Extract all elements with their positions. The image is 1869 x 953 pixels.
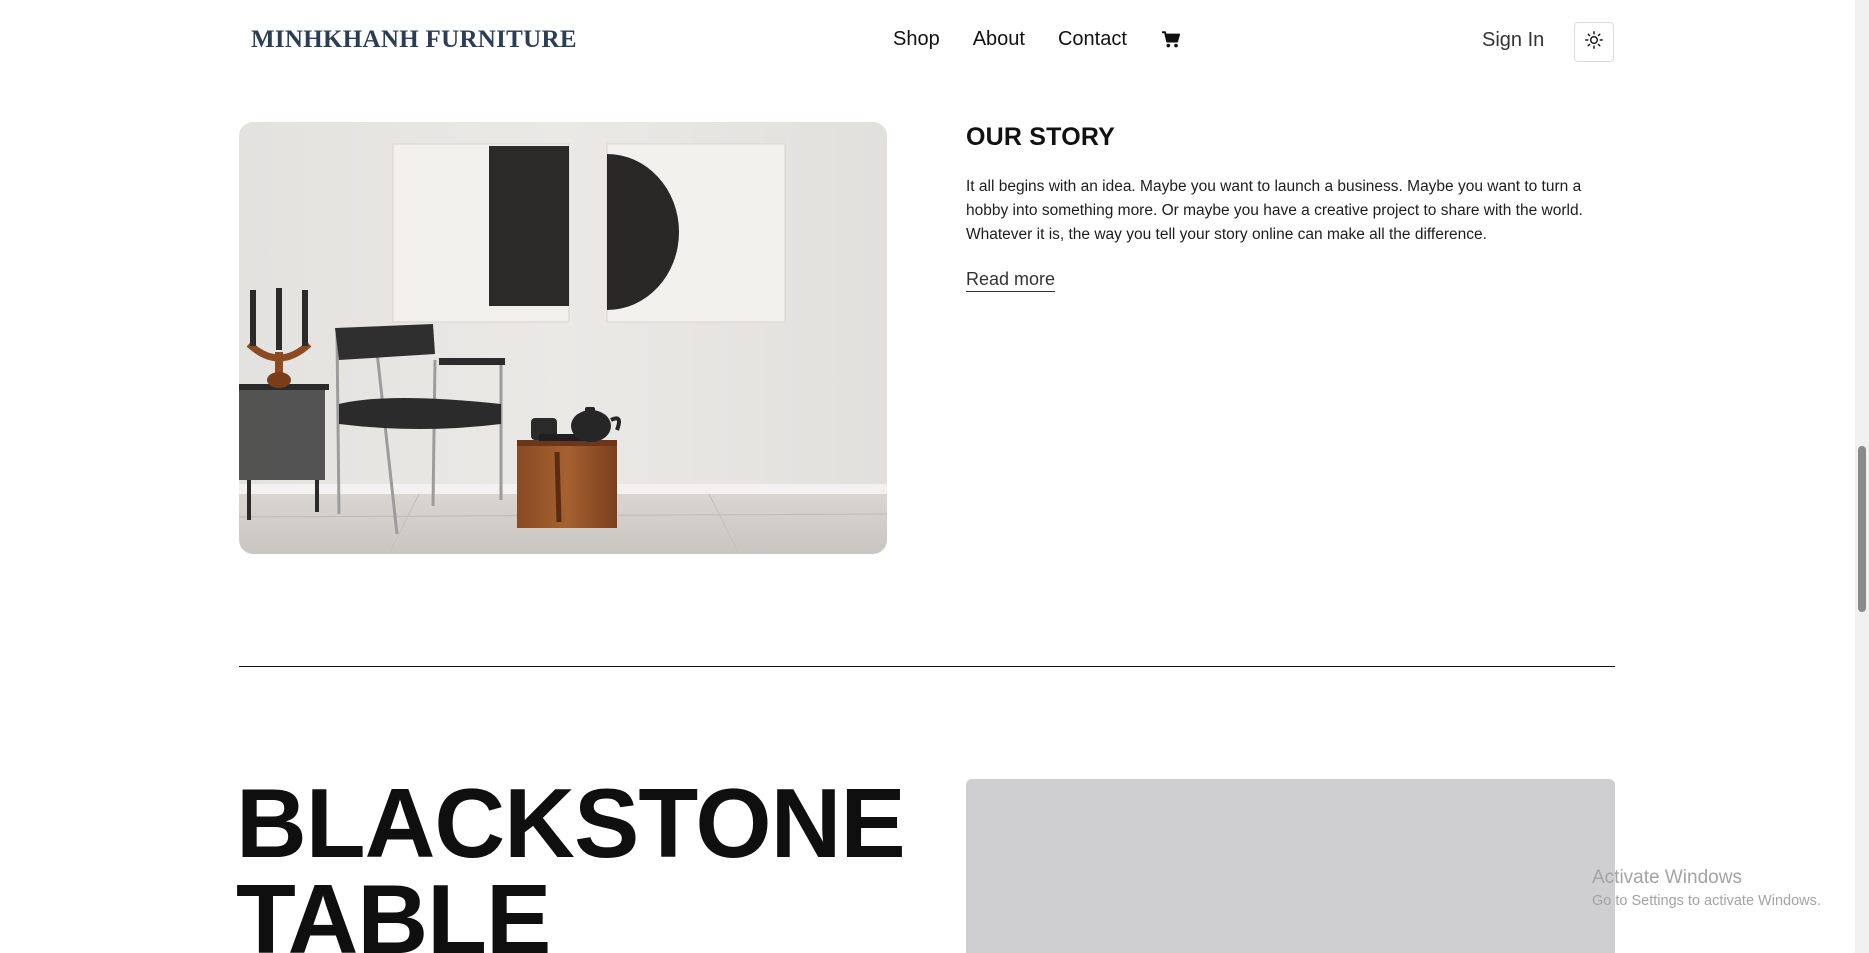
brand-logo[interactable]: MINHKHANH FURNITURE [251, 26, 577, 54]
product-image [966, 779, 1615, 953]
main-nav: Shop About Contact [893, 28, 1182, 51]
windows-activation-watermark: Activate Windows Go to Settings to activ… [1592, 866, 1821, 912]
page-scrollbar[interactable] [1855, 0, 1869, 953]
scrollbar-thumb[interactable] [1858, 446, 1866, 612]
theme-toggle-button[interactable] [1574, 22, 1614, 62]
nav-shop-link[interactable]: Shop [893, 28, 940, 51]
nav-contact-link[interactable]: Contact [1058, 28, 1127, 51]
nav-about-link[interactable]: About [973, 28, 1025, 51]
watermark-line-2: Go to Settings to activate Windows. [1592, 893, 1821, 909]
page: MINHKHANH FURNITURE Shop About Contact S… [0, 0, 1869, 953]
product-title: BLACKSTONE TABLE [236, 768, 906, 953]
story-title: OUR STORY [966, 123, 1116, 151]
section-divider [239, 666, 1615, 667]
read-more-link[interactable]: Read more [966, 269, 1056, 292]
sun-icon [1585, 30, 1603, 54]
site-header: MINHKHANH FURNITURE Shop About Contact S… [0, 0, 1855, 84]
story-interior-image [239, 122, 887, 554]
story-body-text: It all begins with an idea. Maybe you wa… [966, 178, 1583, 243]
shopping-cart-icon[interactable] [1160, 29, 1182, 51]
sign-in-link[interactable]: Sign In [1482, 29, 1544, 52]
watermark-line-1: Activate Windows [1592, 867, 1742, 888]
